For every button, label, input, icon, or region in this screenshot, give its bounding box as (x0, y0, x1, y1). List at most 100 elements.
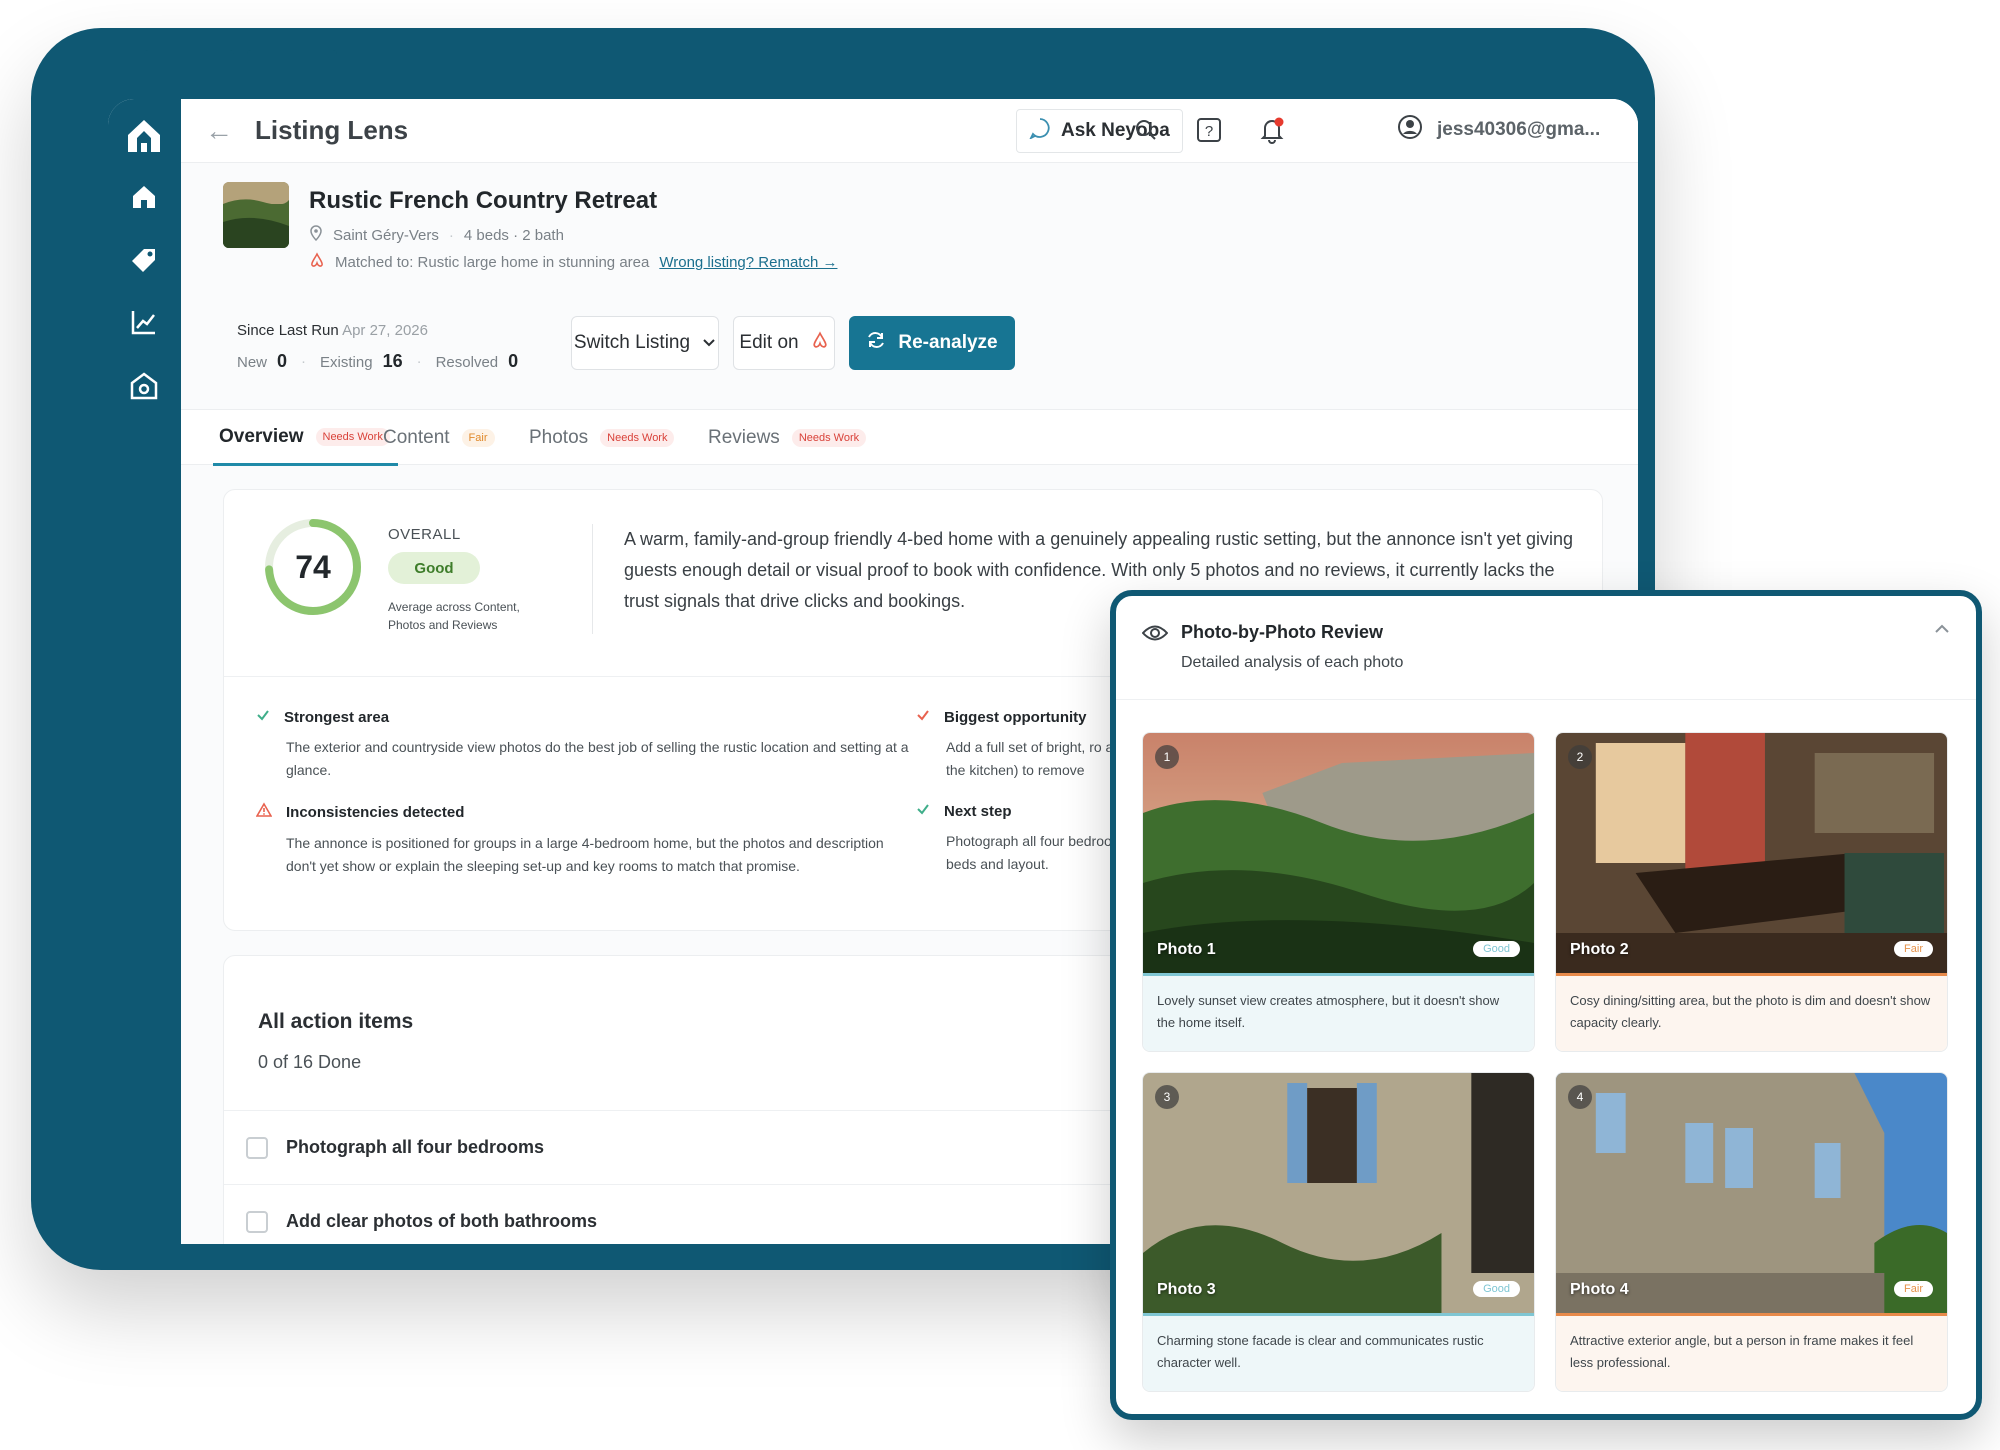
home-icon[interactable] (126, 179, 162, 215)
since-date: Apr 27, 2026 (342, 322, 428, 339)
photo-card[interactable]: 2 Photo 2 Fair Cosy dining/sitting area,… (1555, 732, 1948, 1052)
eye-icon (1141, 622, 1169, 649)
check-icon (256, 708, 270, 726)
matched-text: Matched to: Rustic large home in stunnin… (335, 253, 650, 271)
status-badge: Good (1473, 941, 1520, 957)
notification-bell-icon[interactable] (1257, 115, 1287, 145)
rating-subtext: Average across Content, Photos and Revie… (388, 600, 520, 632)
insight-title: Biggest opportunity (944, 708, 1087, 726)
photo-label: Photo 2 (1570, 941, 1629, 958)
insight-title: Next step (944, 802, 1012, 820)
insight-title: Inconsistencies detected (286, 803, 465, 821)
logo-icon[interactable] (122, 113, 166, 157)
warning-icon (255, 802, 273, 822)
help-icon[interactable]: ? (1194, 115, 1224, 145)
tab-reviews[interactable]: Reviews Needs Work (708, 410, 867, 466)
overall-score: 74 (295, 548, 331, 585)
tab-overview[interactable]: Overview Needs Work (213, 410, 398, 466)
listing-thumbnail (223, 182, 289, 248)
photo-caption: Lovely sunset view creates atmosphere, b… (1143, 976, 1534, 1051)
separator: · (416, 353, 422, 370)
status-badge: Good (1473, 1281, 1520, 1297)
resolved-label: Resolved (435, 354, 499, 371)
photo-label: Photo 1 (1157, 941, 1216, 958)
photo-caption: Cosy dining/sitting area, but the photo … (1556, 976, 1947, 1051)
insight-body: Add a full set of bright, ro and the kit… (946, 739, 1129, 778)
action-items-title: All action items (258, 1010, 414, 1033)
tag-icon[interactable] (126, 242, 162, 278)
tab-label: Content (383, 427, 450, 448)
switch-listing-label: Switch Listing (573, 332, 691, 353)
tab-bar: Overview Needs Work Content Fair Photos … (181, 409, 1638, 466)
house-shield-icon[interactable] (126, 368, 162, 404)
tablet-button (144, 50, 234, 58)
photo-image (1143, 1073, 1534, 1313)
listing-match-row: Matched to: Rustic large home in stunnin… (309, 252, 837, 272)
overall-label: OVERALL (388, 526, 461, 543)
since-last-run: Since Last Run Apr 27, 2026 (237, 322, 428, 339)
action-items-count: 0 of 16 Done (258, 1052, 362, 1072)
location-pin-icon (309, 225, 323, 245)
photo-number: 1 (1155, 745, 1179, 769)
tab-content[interactable]: Content Fair (383, 410, 495, 466)
user-menu[interactable]: jess40306@gma... (1397, 114, 1600, 145)
action-item-label: Photograph all four bedrooms (286, 1137, 545, 1157)
photo-card[interactable]: 4 Photo 4 Fair Attractive exterior angle… (1555, 1072, 1948, 1392)
edit-on-airbnb-button[interactable]: Edit on (733, 316, 835, 370)
panel-subtitle: Detailed analysis of each photo (1181, 654, 1404, 671)
listing-location: Saint Géry-Vers (333, 226, 439, 244)
photo-review-panel: Photo-by-Photo Review Detailed analysis … (1110, 590, 1982, 1420)
separator: · (448, 226, 454, 244)
listing-title: Rustic French Country Retreat (309, 187, 658, 214)
new-label: New (237, 354, 268, 371)
reanalyze-button[interactable]: Re-analyze (849, 316, 1015, 370)
reanalyze-label: Re-analyze (898, 332, 998, 353)
check-icon (916, 708, 930, 726)
photo-image (1143, 733, 1534, 973)
tab-photos[interactable]: Photos Needs Work (529, 410, 675, 466)
photo-caption: Charming stone facade is clear and commu… (1143, 1316, 1534, 1391)
analytics-icon[interactable] (126, 304, 162, 340)
page-title: Listing Lens (255, 115, 409, 145)
user-avatar-icon (1397, 114, 1423, 145)
back-arrow-icon[interactable]: ← (205, 117, 233, 145)
checkbox[interactable] (246, 1136, 268, 1159)
status-badge: Fair (1894, 941, 1933, 957)
search-icon[interactable] (1131, 115, 1161, 145)
status-badge: Fair (461, 429, 495, 447)
run-stats: New 0 · Existing 16 · Resolved 0 (237, 351, 518, 372)
photo-number: 2 (1568, 745, 1592, 769)
action-item-label: Add clear photos of both bathrooms (286, 1211, 597, 1231)
insight-title: Strongest area (284, 708, 390, 726)
checkbox[interactable] (246, 1210, 268, 1233)
check-icon (916, 802, 930, 820)
separator: · (301, 353, 307, 370)
since-label: Since Last Run (237, 322, 339, 339)
svg-text:?: ? (1205, 123, 1213, 140)
photo-image (1556, 733, 1947, 973)
photo-caption: Attractive exterior angle, but a person … (1556, 1316, 1947, 1391)
insight-inconsistencies: Inconsistencies detected The annonce is … (255, 802, 916, 878)
rematch-link[interactable]: Wrong listing? Rematch → (659, 254, 837, 271)
new-count: 0 (277, 351, 288, 371)
edit-on-label: Edit on (739, 332, 799, 353)
tab-label: Reviews (708, 427, 780, 448)
photo-number: 4 (1568, 1085, 1592, 1109)
existing-count: 16 (382, 351, 403, 371)
photo-label: Photo 3 (1157, 1281, 1216, 1298)
photo-image (1556, 1073, 1947, 1313)
user-email: jess40306@gma... (1437, 118, 1601, 140)
panel-title: Photo-by-Photo Review (1181, 622, 1383, 642)
status-badge: Fair (1894, 1281, 1933, 1297)
photo-card[interactable]: 3 Photo 3 Good Charming stone facade is … (1142, 1072, 1535, 1392)
resolved-count: 0 (508, 351, 519, 371)
photo-card[interactable]: 1 Photo 1 Good Lovely sunset view create… (1142, 732, 1535, 1052)
switch-listing-button[interactable]: Switch Listing (571, 316, 719, 370)
insight-body: The exterior and countryside view photos… (286, 739, 909, 778)
tab-label: Overview (219, 425, 304, 447)
chevron-up-icon[interactable] (1934, 618, 1950, 639)
airbnb-icon (309, 252, 325, 272)
insight-body: The annonce is positioned for groups in … (286, 835, 884, 874)
insight-strongest: Strongest area The exterior and countrys… (256, 708, 916, 782)
refresh-icon (866, 330, 886, 356)
